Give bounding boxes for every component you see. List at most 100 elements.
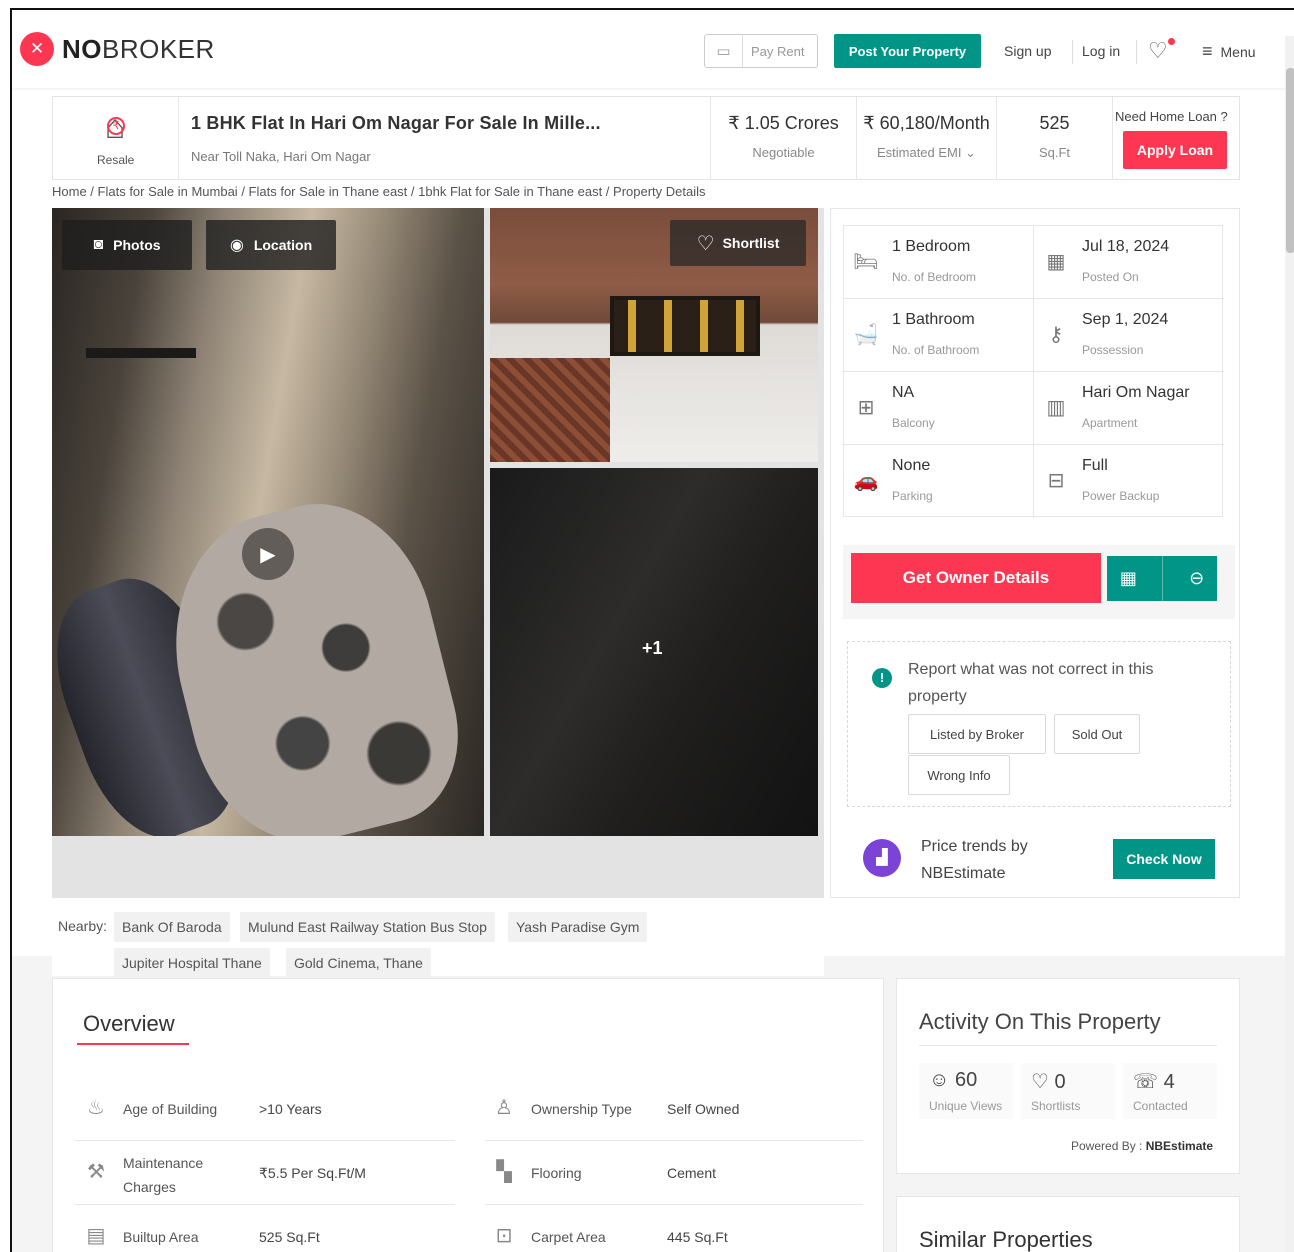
nearby-chip[interactable]: Mulund East Railway Station Bus Stop	[240, 912, 495, 942]
breadcrumb-thane-east[interactable]: Flats for Sale in Thane east	[249, 184, 408, 199]
overview-row: ▚ Flooring Cement	[485, 1141, 863, 1205]
pay-rent-button[interactable]: ▭ Pay Rent	[704, 34, 818, 68]
area-cell: 525 Sq.Ft	[997, 97, 1113, 179]
detail-bedroom: 🛏 1 Bedroom No. of Bedroom	[844, 226, 1034, 299]
more-photos-count[interactable]: +1	[642, 638, 663, 659]
schedule-visit-calendar-icon[interactable]: ▦	[1120, 568, 1137, 589]
nav-divider	[1136, 40, 1137, 64]
price-value: ₹ 1.05 Crores	[728, 113, 839, 133]
sign-up-link[interactable]: Sign up	[1004, 43, 1051, 59]
chat-icon[interactable]: ⊖	[1189, 568, 1204, 589]
top-nav-bar: ✕ NOBROKER ▭ Pay Rent Post Your Property…	[12, 10, 1294, 88]
overview-row: ♙ Ownership Type Self Owned	[485, 1077, 863, 1141]
activity-divider	[919, 1045, 1217, 1046]
nearby-places: Nearby: Bank Of Baroda Mulund East Railw…	[52, 902, 824, 978]
detail-power-backup: ⊟ Full Power Backup	[1034, 445, 1224, 518]
shortlist-heart-icon[interactable]: ♡	[1148, 38, 1168, 64]
compass-icon: ◉	[229, 237, 244, 254]
phone-icon: ☏	[1133, 1071, 1159, 1093]
ownership-icon: ♙	[495, 1097, 513, 1119]
detail-bathroom: 🛁 1 Bathroom No. of Bathroom	[844, 299, 1034, 372]
powered-by: Powered By : NBEstimate	[1071, 1139, 1214, 1153]
price-trends-box: ▟ Price trends by NBEstimate Check Now	[847, 817, 1231, 899]
property-address: Near Toll Naka, Hari Om Nagar	[191, 149, 371, 164]
user-icon: ☺	[929, 1069, 950, 1091]
get-owner-details-button[interactable]: Get Owner Details	[851, 553, 1101, 603]
emi-note: Estimated EMI	[876, 145, 962, 160]
log-in-link[interactable]: Log in	[1082, 43, 1120, 59]
play-icon[interactable]: ▶	[242, 528, 294, 580]
cake-icon: ♨	[87, 1097, 105, 1119]
apply-loan-button[interactable]: Apply Loan	[1123, 131, 1227, 169]
scrollbar-thumb[interactable]	[1286, 68, 1294, 253]
activity-section: Activity On This Property ☺ 60 Unique Vi…	[896, 978, 1240, 1174]
logo-mark-icon: ✕	[20, 32, 54, 66]
detail-balcony: ⊞ NA Balcony	[844, 372, 1034, 445]
nearby-chip[interactable]: Jupiter Hospital Thane	[114, 948, 270, 978]
breadcrumb-current: Property Details	[613, 184, 706, 199]
heart-icon: ♡	[1031, 1071, 1049, 1093]
sold-out-button[interactable]: Sold Out	[1054, 714, 1140, 754]
photos-button[interactable]: ◙ Photos	[62, 220, 192, 270]
bed-icon: 🛏	[853, 251, 879, 273]
resale-cell: ⌂ ₹ Resale	[53, 97, 179, 179]
calendar-icon: ▦	[1046, 251, 1066, 273]
shortlist-button[interactable]: ♡ Shortlist	[670, 220, 806, 266]
balcony-icon: ⊞	[857, 397, 875, 419]
listed-by-broker-button[interactable]: Listed by Broker	[908, 714, 1046, 754]
area-unit: Sq.Ft	[1038, 145, 1071, 160]
detail-parking: 🚗 None Parking	[844, 445, 1034, 518]
wrong-info-button[interactable]: Wrong Info	[908, 755, 1010, 795]
bathtub-icon: 🛁	[853, 324, 879, 346]
report-text: Report what was not correct in this prop…	[908, 661, 1154, 705]
emi-cell[interactable]: ₹ 60,180/Month Estimated EMI ⌄	[857, 97, 997, 179]
breadcrumb: Home / Flats for Sale in Mumbai / Flats …	[52, 184, 706, 199]
nearby-chip[interactable]: Bank Of Baroda	[114, 912, 230, 942]
home-loan-question: Need Home Loan ?	[1115, 109, 1228, 124]
breadcrumb-home[interactable]: Home	[52, 184, 87, 199]
nav-divider	[1072, 40, 1073, 64]
chevron-down-icon: ⌄	[965, 145, 977, 160]
location-button[interactable]: ◉ Location	[206, 220, 336, 270]
brand-bold: NO	[62, 33, 102, 64]
post-property-button[interactable]: Post Your Property	[834, 34, 981, 68]
unique-views-stat: ☺ 60 Unique Views	[919, 1063, 1013, 1119]
price-trends-text: Price trends by NBEstimate	[921, 838, 1028, 882]
similar-properties-section: Similar Properties	[896, 1196, 1240, 1252]
nearby-label: Nearby:	[58, 918, 108, 934]
price-note: Negotiable	[752, 145, 815, 160]
nobroker-logo[interactable]: ✕ NOBROKER	[20, 32, 215, 66]
title-cell: 1 BHK Flat In Hari Om Nagar For Sale In …	[179, 97, 711, 179]
car-icon: 🚗	[853, 470, 879, 492]
menu-button[interactable]: ≡ Menu	[1202, 41, 1256, 62]
alert-icon: !	[872, 668, 892, 688]
property-details-panel: 🛏 1 Bedroom No. of Bedroom ▦ Jul 18, 202…	[830, 208, 1240, 898]
carpet-icon: ⊡	[495, 1225, 513, 1247]
overview-row: ⚒ Maintenance Charges ₹5.5 Per Sq.Ft/M	[75, 1141, 455, 1205]
hamburger-icon: ≡	[1202, 41, 1213, 61]
emi-value: ₹ 60,180/Month	[863, 113, 990, 133]
breadcrumb-1bhk[interactable]: 1bhk Flat for Sale in Thane east	[418, 184, 602, 199]
brand-light: BROKER	[102, 33, 215, 64]
check-now-button[interactable]: Check Now	[1113, 839, 1215, 879]
main-photo-video[interactable]: ▶	[52, 208, 484, 836]
battery-icon: ⊟	[1047, 470, 1065, 492]
overview-row: ▤ Builtup Area 525 Sq.Ft	[75, 1205, 455, 1252]
camera-icon: ◙	[93, 236, 104, 253]
report-box: ! Report what was not correct in this pr…	[847, 641, 1231, 807]
hammer-icon: ⚒	[87, 1161, 105, 1183]
detail-posted-on: ▦ Jul 18, 2024 Posted On	[1034, 226, 1224, 299]
trend-chart-icon: ▟	[863, 839, 901, 877]
nearby-chip[interactable]: Gold Cinema, Thane	[286, 948, 431, 978]
nearby-chip[interactable]: Yash Paradise Gym	[508, 912, 648, 942]
key-icon: ⚷	[1048, 324, 1064, 346]
builtup-icon: ▤	[86, 1225, 106, 1247]
house-icon: ⌂ ₹	[104, 108, 126, 146]
building-icon: ▥	[1046, 397, 1066, 419]
breadcrumb-mumbai[interactable]: Flats for Sale in Mumbai	[98, 184, 238, 199]
flooring-icon: ▚	[496, 1161, 512, 1183]
card-icon: ▭	[705, 35, 743, 67]
similar-properties-title: Similar Properties	[919, 1227, 1093, 1252]
price-cell: ₹ 1.05 Crores Negotiable	[711, 97, 857, 179]
overview-row: ♨ Age of Building >10 Years	[75, 1077, 455, 1141]
